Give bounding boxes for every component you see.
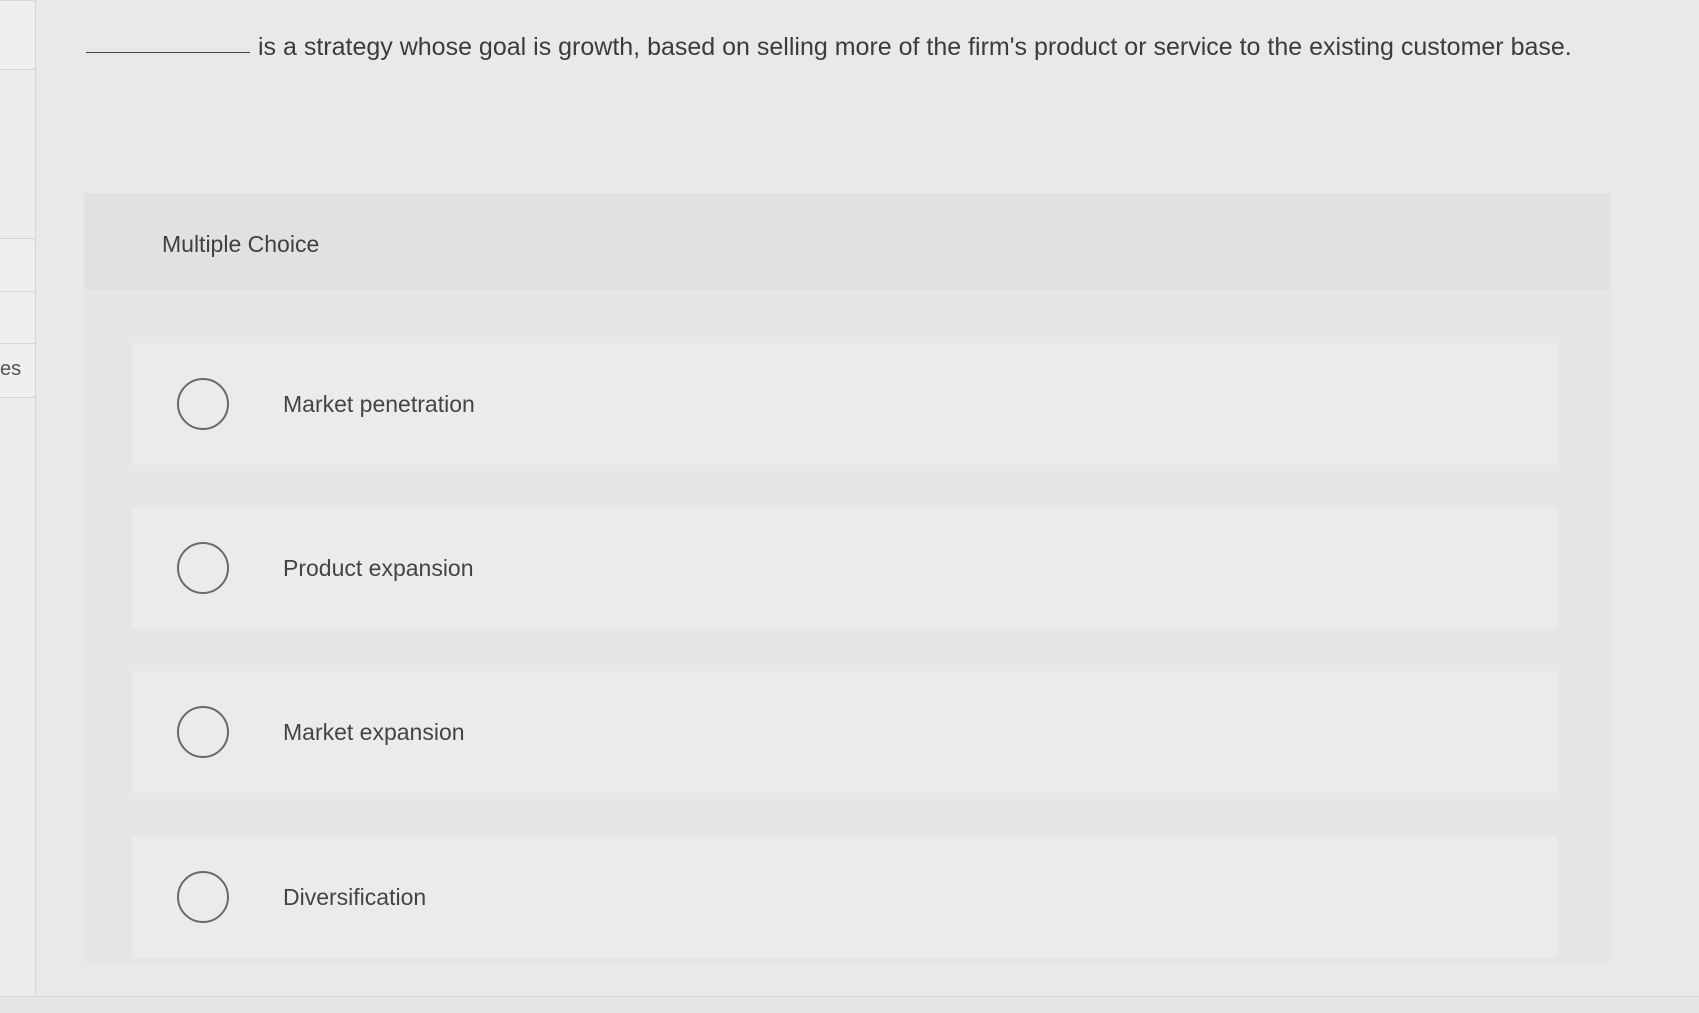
choice-label: Diversification bbox=[283, 883, 427, 910]
radio-button-icon[interactable] bbox=[177, 542, 229, 594]
divider bbox=[0, 343, 35, 344]
choice-option[interactable]: Market penetration bbox=[132, 343, 1557, 465]
radio-button-icon[interactable] bbox=[177, 378, 229, 430]
left-panel-edge bbox=[0, 0, 36, 1013]
choice-option[interactable]: Market expansion bbox=[132, 671, 1557, 793]
divider bbox=[0, 291, 35, 292]
left-panel-label: es bbox=[0, 358, 22, 380]
radio-button-icon[interactable] bbox=[177, 871, 229, 923]
choice-option[interactable]: Product expansion bbox=[132, 507, 1557, 629]
multiple-choice-card: Multiple Choice Market penetration Produ… bbox=[84, 193, 1611, 963]
left-panel-tab[interactable] bbox=[0, 0, 36, 70]
page: es is a strategy whose goal is growth, b… bbox=[0, 0, 1699, 1013]
choice-option[interactable]: Diversification bbox=[132, 836, 1557, 958]
question-prompt: is a strategy whose goal is growth, base… bbox=[86, 26, 1586, 68]
fill-in-blank bbox=[86, 29, 250, 53]
choice-label: Market penetration bbox=[283, 390, 475, 417]
choice-label: Market expansion bbox=[283, 718, 465, 745]
question-type-header: Multiple Choice bbox=[84, 193, 1611, 290]
choice-label: Product expansion bbox=[283, 554, 474, 581]
bottom-divider bbox=[0, 996, 1699, 1013]
question-text: is a strategy whose goal is growth, base… bbox=[258, 33, 1572, 61]
radio-button-icon[interactable] bbox=[177, 706, 229, 758]
